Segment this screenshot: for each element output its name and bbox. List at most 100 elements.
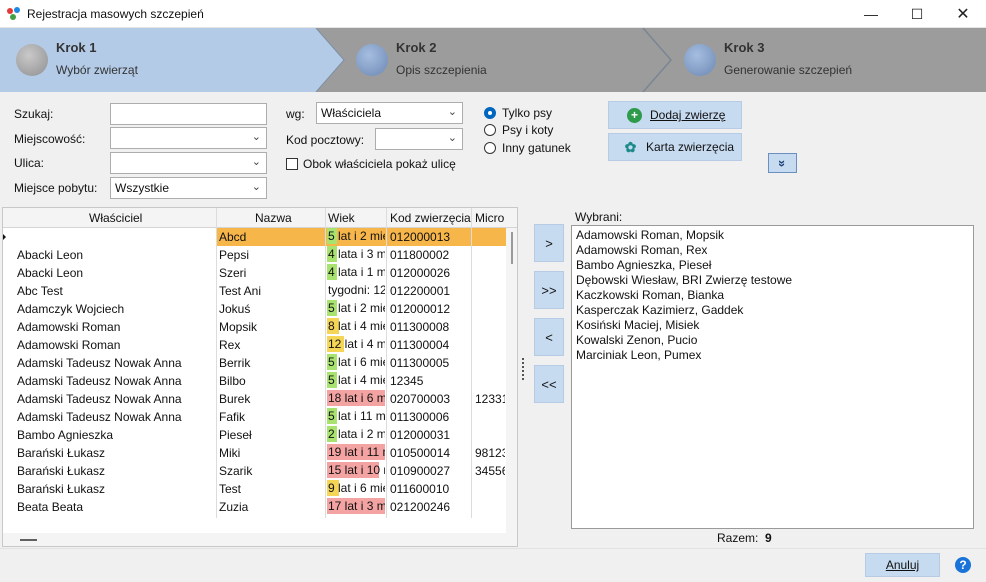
owner-cell-text: Adamowski Roman xyxy=(17,338,121,352)
footer-divider xyxy=(0,548,986,549)
table-row[interactable]: Adamski Tadeusz Nowak Anna Berrik 5 lat i … xyxy=(3,354,517,372)
add-animal-button[interactable]: + Dodaj zwierzę xyxy=(608,101,742,129)
age-text: 17 lat i 3 m xyxy=(328,499,385,513)
paw-icon: ✿ xyxy=(624,138,637,155)
cancel-label: Anuluj xyxy=(885,558,920,572)
table-row[interactable]: Beata Beata Zuzia 17 lat i 3 m 021200246 xyxy=(3,498,517,516)
micro-cell xyxy=(475,427,505,443)
list-item[interactable]: Adamowski Roman, Mopsik xyxy=(576,228,969,243)
table-row[interactable]: Adamski Tadeusz Nowak Anna Burek 18 lat i … xyxy=(3,390,517,408)
table-row[interactable]: Abacki Leon Szeri 4 lata i 1 m 012000026 xyxy=(3,264,517,282)
table-row[interactable]: Barański Łukasz Miki 19 lat i 11 m 01050001… xyxy=(3,444,517,462)
help-icon[interactable]: ? xyxy=(955,557,971,573)
selected-list[interactable]: Adamowski Roman, Mopsik Adamowski Roman, … xyxy=(571,225,974,529)
column-header-micro[interactable]: Micro xyxy=(475,211,504,225)
splitter-grip[interactable] xyxy=(522,358,525,380)
animals-grid[interactable]: Właściciel Nazwa Wiek Kod zwierzęcia Mic… xyxy=(2,207,518,547)
by-combo[interactable]: Właściciela ⌄ xyxy=(316,102,463,124)
title-bar: Rejestracja masowych szczepień — ☐ ✕ xyxy=(0,0,986,28)
micro-cell-text: 98123 xyxy=(475,446,505,460)
code-cell: 012200001 xyxy=(390,283,470,299)
step-1-circle-icon xyxy=(16,44,48,76)
column-header-code[interactable]: Kod zwierzęcia xyxy=(390,211,471,225)
column-header-name[interactable]: Nazwa xyxy=(255,211,292,225)
list-item[interactable]: Kasperczak Kazimierz, Gaddek xyxy=(576,303,969,318)
table-row[interactable]: Abc Test Test Ani tygodni: 12 012200001 xyxy=(3,282,517,300)
name-cell-text: Mopsik xyxy=(219,320,258,334)
age-cell: 5 lat i 11 m xyxy=(327,408,385,424)
show-street-label: Obok właściciela pokaż ulicę xyxy=(303,157,456,171)
name-cell: Pieseł xyxy=(219,427,323,443)
minimize-button[interactable]: — xyxy=(848,0,894,28)
list-item[interactable]: Kowalski Zenon, Pucio xyxy=(576,333,969,348)
list-item[interactable]: Adamowski Roman, Rex xyxy=(576,243,969,258)
move-left-button[interactable]: < xyxy=(534,318,564,356)
step-1-subtitle: Wybór zwierząt xyxy=(56,63,138,77)
list-item[interactable]: Bambo Agnieszka, Pieseł xyxy=(576,258,969,273)
postal-combo[interactable]: ⌄ xyxy=(375,128,463,150)
table-row[interactable]: Adamowski Roman Rex 12 lat i 4 m 011300004 xyxy=(3,336,517,354)
table-row[interactable]: Abcd 5 lat i 2 mie 012000013 xyxy=(3,228,517,246)
radio-dot[interactable] xyxy=(484,124,496,136)
move-all-left-button[interactable]: << xyxy=(534,365,564,403)
owner-cell: Adamski Tadeusz Nowak Anna xyxy=(17,409,215,425)
radio-dot[interactable] xyxy=(484,142,496,154)
column-header-owner[interactable]: Właściciel xyxy=(89,211,142,225)
stay-label: Miejsce pobytu: xyxy=(14,181,98,195)
table-row[interactable]: Abacki Leon Pepsi 4 lata i 3 m 011800002 xyxy=(3,246,517,264)
code-cell: 011800002 xyxy=(390,247,470,263)
name-cell-text: Miki xyxy=(219,446,241,460)
street-combo[interactable]: ⌄ xyxy=(110,152,267,174)
cancel-button[interactable]: Anuluj xyxy=(865,553,940,577)
table-row[interactable]: Adamczyk Wojciech Jokuś 5 lat i 2 mie 01200… xyxy=(3,300,517,318)
micro-cell-text: 12331 xyxy=(475,392,505,406)
show-street-checkbox[interactable]: Obok właściciela pokaż ulicę xyxy=(286,157,456,171)
age-text: 4 lata i 3 m xyxy=(328,247,385,261)
scrollbar-thumb[interactable] xyxy=(511,232,513,264)
owner-cell: Adamowski Roman xyxy=(17,319,215,335)
scrollbar-thumb[interactable] xyxy=(20,539,37,541)
list-item[interactable]: Marciniak Leon, Pumex xyxy=(576,348,969,363)
code-cell-text: 011300008 xyxy=(390,320,450,334)
animal-card-button[interactable]: ✿ Karta zwierzęcia xyxy=(608,133,742,161)
radio-other-species[interactable]: Inny gatunek xyxy=(484,141,571,155)
step-3[interactable]: Krok 3 Generowanie szczepień xyxy=(668,28,986,92)
step-2[interactable]: Krok 2 Opis szczepienia xyxy=(340,28,640,92)
checkbox-box[interactable] xyxy=(286,158,298,170)
chevron-down-icon: ⌄ xyxy=(251,131,261,143)
move-all-right-button[interactable]: >> xyxy=(534,271,564,309)
grid-vertical-scrollbar[interactable] xyxy=(506,228,517,533)
table-row[interactable]: Adamski Tadeusz Nowak Anna Bilbo 5 lat i 4… xyxy=(3,372,517,390)
table-row[interactable]: Adamski Tadeusz Nowak Anna Fafik 5 lat i 1… xyxy=(3,408,517,426)
micro-cell xyxy=(475,301,505,317)
grid-horizontal-scrollbar[interactable] xyxy=(3,533,517,546)
code-cell-text: 012000013 xyxy=(390,230,451,244)
owner-cell-text: Beata Beata xyxy=(17,500,84,514)
close-button[interactable]: ✕ xyxy=(940,0,986,28)
step-1[interactable]: Krok 1 Wybór zwierząt xyxy=(0,28,330,92)
list-item[interactable]: Kaczkowski Roman, Bianka xyxy=(576,288,969,303)
table-row[interactable]: Barański Łukasz Szarik 15 lat i 10 m 010900… xyxy=(3,462,517,480)
radio-only-dogs[interactable]: Tylko psy xyxy=(484,106,552,120)
move-right-button[interactable]: > xyxy=(534,224,564,262)
stay-combo[interactable]: Wszystkie ⌄ xyxy=(110,177,267,199)
expand-button[interactable]: » xyxy=(768,153,797,173)
age-text: 18 lat i 6 m xyxy=(328,391,385,405)
list-item[interactable]: Kosiński Maciej, Misiek xyxy=(576,318,969,333)
radio-dot-selected[interactable] xyxy=(484,107,496,119)
radio-dogs-cats[interactable]: Psy i koty xyxy=(484,123,553,137)
list-item[interactable]: Dębowski Wiesław, BRI Zwierzę testowe xyxy=(576,273,969,288)
age-text: 5 lat i 2 mie xyxy=(328,301,385,315)
search-input[interactable] xyxy=(110,103,267,125)
age-text: 19 lat i 11 m xyxy=(328,445,385,459)
column-header-age[interactable]: Wiek xyxy=(328,211,355,225)
code-cell: 010900027 xyxy=(390,463,470,479)
name-cell: Szeri xyxy=(219,265,323,281)
maximize-button[interactable]: ☐ xyxy=(894,0,940,28)
age-text: tygodni: 12 xyxy=(328,283,385,297)
table-row[interactable]: Barański Łukasz Test 9 lat i 6 mie 01160001… xyxy=(3,480,517,498)
table-row[interactable]: Adamowski Roman Mopsik 8 lat i 4 mie 011300… xyxy=(3,318,517,336)
city-combo[interactable]: ⌄ xyxy=(110,127,267,149)
table-row[interactable]: Bambo Agnieszka Pieseł 2 lata i 2 m 0120000… xyxy=(3,426,517,444)
name-cell: Test Ani xyxy=(219,283,323,299)
